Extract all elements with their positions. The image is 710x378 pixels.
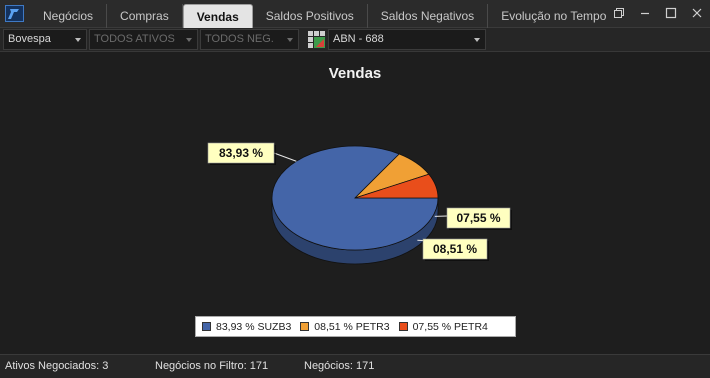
tab-negocios[interactable]: Negócios xyxy=(30,4,108,28)
maximize-button[interactable] xyxy=(658,2,684,24)
assets-select[interactable]: TODOS ATIVOS xyxy=(89,29,198,50)
legend-label: 08,51 % PETR3 xyxy=(314,320,390,333)
assets-select-value: TODOS ATIVOS xyxy=(94,33,175,45)
maximize-icon xyxy=(665,7,677,19)
data-label: 83,93 % xyxy=(219,146,263,160)
legend-label: 83,93 % SUZB3 xyxy=(216,320,292,333)
market-select[interactable]: Bovespa xyxy=(3,29,87,50)
status-negocios-filtro: Negócios no Filtro: 171 xyxy=(155,360,269,372)
broker-select[interactable]: ABN - 688 xyxy=(328,29,486,50)
restore-icon xyxy=(614,8,624,18)
tab-saldos-negativos[interactable]: Saldos Negativos xyxy=(368,4,489,28)
window-controls xyxy=(606,2,710,24)
status-negocios: Negócios: 171 xyxy=(304,360,375,372)
tab-vendas[interactable]: Vendas xyxy=(182,4,253,28)
restore-button[interactable] xyxy=(606,2,632,24)
minimize-icon xyxy=(641,12,649,15)
legend-item: 83,93 % SUZB3 xyxy=(202,321,291,333)
chart-legend: 83,93 % SUZB3 08,51 % PETR3 07,55 % PETR… xyxy=(195,316,516,337)
chevron-down-icon xyxy=(186,38,192,42)
legend-swatch xyxy=(202,322,211,331)
trades-select-value: TODOS NEG. xyxy=(205,33,274,45)
pie-chart: 83,93 % 08,51 % 07,55 % xyxy=(207,142,512,265)
app-logo-icon xyxy=(5,5,24,22)
status-ativos-negociados: Ativos Negociados: 3 xyxy=(5,360,109,372)
data-label: 07,55 % xyxy=(456,211,500,225)
close-icon xyxy=(692,8,702,18)
legend-item: 08,51 % PETR3 xyxy=(300,320,390,333)
chevron-down-icon xyxy=(474,38,480,42)
tab-evolucao-no-tempo[interactable]: Evolução no Tempo xyxy=(488,4,619,28)
broker-select-value: ABN - 688 xyxy=(333,33,384,45)
grid-toggle-button[interactable] xyxy=(307,30,326,49)
tab-strip: Negócios Compras Vendas Saldos Positivos… xyxy=(30,4,619,28)
legend-label: 07,55 % PETR4 xyxy=(412,320,488,333)
chevron-down-icon xyxy=(287,38,293,42)
chevron-down-icon xyxy=(75,38,81,42)
data-label: 08,51 % xyxy=(433,242,477,256)
chart-area: Vendas 83,93 % 08,51 % 07,55 % 83,93 % SUZ… xyxy=(0,53,710,353)
grid-icon xyxy=(308,31,325,48)
close-button[interactable] xyxy=(684,2,710,24)
minimize-button[interactable] xyxy=(632,2,658,24)
filter-toolbar: Bovespa TODOS ATIVOS TODOS NEG. ABN - 68… xyxy=(0,28,710,52)
trades-select[interactable]: TODOS NEG. xyxy=(200,29,299,50)
title-bar: Negócios Compras Vendas Saldos Positivos… xyxy=(0,0,710,28)
tab-saldos-positivos[interactable]: Saldos Positivos xyxy=(253,4,368,28)
tab-compras[interactable]: Compras xyxy=(107,4,183,28)
legend-item: 07,55 % PETR4 xyxy=(398,320,488,333)
legend-swatch xyxy=(398,322,408,331)
market-select-value: Bovespa xyxy=(8,33,51,45)
data-label-leader xyxy=(273,152,297,162)
legend-swatch xyxy=(300,322,310,331)
status-bar: Ativos Negociados: 3 Negócios no Filtro:… xyxy=(0,354,710,378)
